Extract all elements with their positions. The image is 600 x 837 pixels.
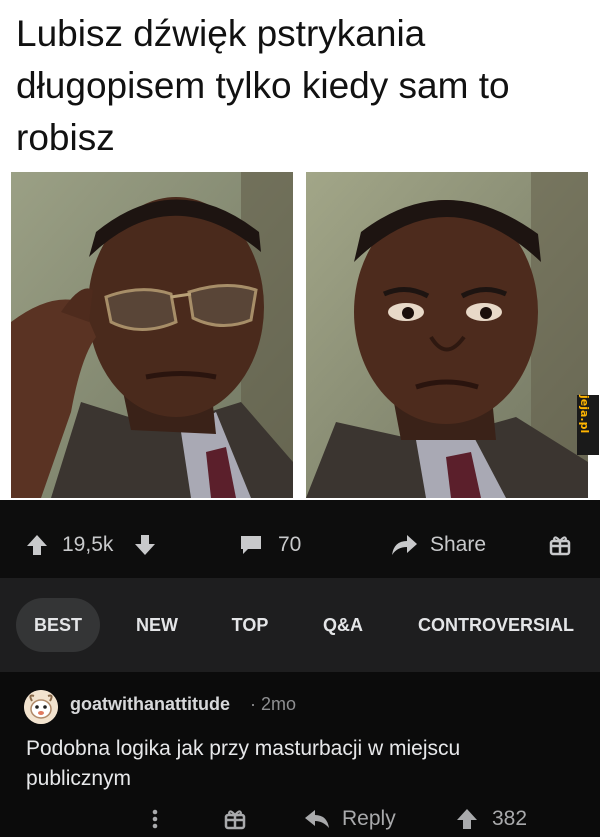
comment-time-value: 2mo (261, 694, 297, 714)
reddit-dark-section: 19,5k 70 Share BEST NEW TOP Q&A CONTROVE… (0, 500, 600, 837)
separator-dot: · (250, 694, 256, 714)
award-icon (224, 810, 246, 830)
meme-panel-right (306, 172, 588, 498)
share-button[interactable]: Share (390, 530, 486, 560)
comment-sort-bar: BEST NEW TOP Q&A CONTROVERSIAL (0, 578, 600, 672)
goat-avatar-icon (24, 690, 58, 724)
comment-time: · 2mo (250, 694, 296, 715)
award-button[interactable] (549, 530, 571, 560)
avatar[interactable] (24, 690, 58, 724)
award-icon (549, 536, 571, 556)
comments-button[interactable]: 70 (238, 530, 301, 560)
sort-tab-top[interactable]: TOP (214, 598, 286, 652)
post-action-bar: 19,5k 70 Share (0, 500, 600, 578)
meme-panel-left (11, 172, 293, 498)
sort-tab-controversial[interactable]: CONTROVERSIAL (402, 598, 590, 652)
downvote-button[interactable] (134, 530, 156, 560)
comment-item: goatwithanattitude · 2mo Podobna logika … (0, 672, 600, 837)
comment-action-bar: Reply 382 (0, 802, 600, 836)
watermark-text: jeja.pl (578, 395, 591, 434)
sort-tab-new[interactable]: NEW (122, 598, 192, 652)
jeja-watermark: jeja.pl (577, 395, 599, 455)
sort-tab-qa[interactable]: Q&A (308, 598, 378, 652)
meme-image (0, 160, 600, 500)
share-label: Share (430, 533, 487, 556)
comment-count: 70 (278, 533, 302, 556)
comment-body: Podobna logika jak przy masturbacji w mi… (26, 737, 461, 790)
post-vote-count: 19,5k (62, 533, 114, 556)
reply-icon (305, 810, 329, 828)
comment-icon (241, 536, 261, 554)
share-icon (392, 535, 417, 555)
man-with-glasses-illustration (11, 172, 293, 498)
upvote-button[interactable] (26, 530, 48, 560)
comment-vote-count: 382 (492, 807, 528, 830)
reply-button[interactable]: Reply (304, 802, 396, 836)
comment-author[interactable]: goatwithanattitude (70, 694, 230, 715)
more-options-button[interactable] (150, 802, 160, 836)
more-icon (152, 809, 158, 829)
downvote-icon (135, 535, 155, 555)
meme-caption: Lubisz dźwięk pstrykania długopisem tylk… (16, 13, 510, 158)
upvote-icon (27, 535, 47, 555)
comment-upvote-button[interactable]: 382 (456, 802, 527, 836)
comment-award-button[interactable] (224, 802, 246, 836)
upvote-icon (457, 809, 477, 829)
reply-label: Reply (342, 807, 396, 830)
man-worried-illustration (306, 172, 588, 498)
sort-tab-best[interactable]: BEST (16, 598, 100, 652)
